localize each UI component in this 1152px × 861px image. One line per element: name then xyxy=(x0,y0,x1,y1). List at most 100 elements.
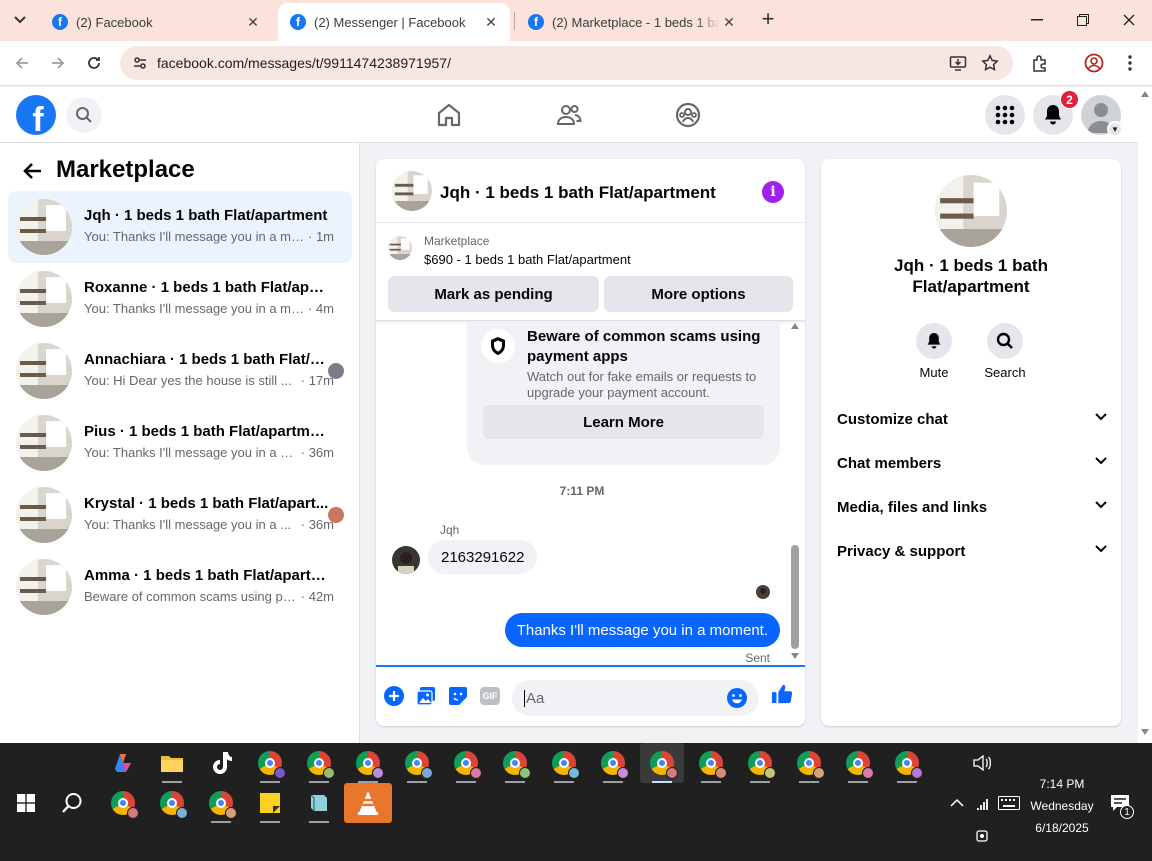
conversation-item[interactable]: Amma · 1 beds 1 bath Flat/apartm... Bewa… xyxy=(8,551,352,623)
vlc-player-icon[interactable] xyxy=(344,783,392,823)
conversation-name-heading: Jqh · 1 beds 1 bath Flat/apartment xyxy=(894,256,1048,296)
chrome-profile-icon[interactable] xyxy=(297,743,341,783)
bookmark-star-icon[interactable] xyxy=(981,54,999,77)
chrome-profile-icon[interactable] xyxy=(787,743,831,783)
customize-chat-section[interactable]: Customize chat xyxy=(837,411,1107,435)
back-button[interactable] xyxy=(10,51,34,75)
chrome-profile-icon[interactable] xyxy=(738,743,782,783)
chrome-profile-h-icon[interactable] xyxy=(248,743,292,783)
reload-button[interactable] xyxy=(82,51,106,75)
chrome-profile-icon[interactable] xyxy=(836,743,880,783)
info-icon[interactable]: i xyxy=(762,181,784,203)
clock-day: Wednesday xyxy=(1030,799,1094,813)
learn-more-button[interactable]: Learn More xyxy=(483,405,764,439)
conversation-item[interactable]: Krystal · 1 beds 1 bath Flat/apart... Yo… xyxy=(8,479,352,551)
media-files-links-section[interactable]: Media, files and links xyxy=(837,499,1107,523)
chat-title[interactable]: Jqh · 1 beds 1 bath Flat/apartment xyxy=(440,183,716,203)
minimize-window-button[interactable] xyxy=(1022,6,1052,34)
scroll-down-arrow-icon[interactable] xyxy=(791,653,799,659)
chrome-profile-icon[interactable] xyxy=(444,743,488,783)
close-tab-icon[interactable]: ✕ xyxy=(720,14,738,31)
chrome-profile-icon[interactable] xyxy=(150,783,194,823)
tiktok-app-icon[interactable] xyxy=(199,743,243,783)
sticky-notes-icon[interactable] xyxy=(248,783,292,823)
volume-icon[interactable] xyxy=(960,743,1004,783)
tab-marketplace[interactable]: f (2) Marketplace - 1 beds 1 bath ✕ xyxy=(516,3,748,41)
forward-button[interactable] xyxy=(46,51,70,75)
restore-window-button[interactable] xyxy=(1068,6,1098,34)
system-clock[interactable]: 7:14 PM Wednesday 6/18/2025 xyxy=(1012,773,1112,839)
chrome-profile-icon[interactable] xyxy=(199,783,243,823)
taskbar-search-icon[interactable] xyxy=(50,783,94,823)
home-icon[interactable] xyxy=(435,101,463,129)
app-book-icon[interactable] xyxy=(297,783,341,823)
file-explorer-icon[interactable] xyxy=(150,743,194,783)
page-scrollbar[interactable] xyxy=(1138,87,1152,743)
menu-grid-button[interactable] xyxy=(985,95,1025,135)
notification-center-icon[interactable]: 1 xyxy=(1100,783,1140,823)
incoming-message-bubble[interactable]: 2163291622 xyxy=(428,540,538,574)
conversation-item[interactable]: Roxanne · 1 beds 1 bath Flat/apart... Yo… xyxy=(8,263,352,335)
message-input[interactable]: Aa xyxy=(512,680,759,716)
site-info-icon[interactable] xyxy=(132,55,148,76)
chrome-profile-icon[interactable] xyxy=(346,743,390,783)
more-options-button[interactable]: More options xyxy=(604,276,793,312)
sender-name: Jqh xyxy=(440,523,460,537)
chrome-profile-icon[interactable] xyxy=(101,783,145,823)
privacy-support-section[interactable]: Privacy & support xyxy=(837,543,1107,567)
friends-icon[interactable] xyxy=(555,101,583,129)
chrome-profile-active-icon[interactable] xyxy=(640,743,684,783)
chrome-profile-icon[interactable] xyxy=(395,743,439,783)
windows-start-icon[interactable] xyxy=(4,783,48,823)
tab-facebook[interactable]: f (2) Facebook ✕ xyxy=(40,3,272,41)
conversation-profile-picture[interactable] xyxy=(935,175,1007,247)
task-view-icon[interactable] xyxy=(962,821,1002,851)
new-tab-button[interactable]: + xyxy=(756,8,780,32)
chat-listing-thumbnail[interactable] xyxy=(392,171,432,211)
conversation-item[interactable]: Jqh · 1 beds 1 bath Flat/apartment You: … xyxy=(8,191,352,263)
scrollbar-thumb[interactable] xyxy=(791,545,799,649)
search-in-conversation-button[interactable]: Search xyxy=(975,323,1035,380)
close-window-button[interactable] xyxy=(1114,6,1144,34)
mute-button[interactable]: Mute xyxy=(904,323,964,380)
conversation-item[interactable]: Annachiara · 1 beds 1 bath Flat/a... You… xyxy=(8,335,352,407)
scroll-up-arrow-icon[interactable] xyxy=(791,323,799,329)
address-bar[interactable]: facebook.com/messages/t/9911474238971957… xyxy=(120,46,1013,80)
sender-avatar[interactable] xyxy=(392,546,420,574)
chrome-profile-icon[interactable] xyxy=(689,743,733,783)
extensions-icon[interactable] xyxy=(1029,52,1051,74)
chat-members-section[interactable]: Chat members xyxy=(837,455,1107,479)
chrome-profile-icon[interactable] xyxy=(591,743,635,783)
sticker-icon[interactable] xyxy=(447,685,469,707)
listing-price-title[interactable]: $690 - 1 beds 1 bath Flat/apartment xyxy=(424,252,631,267)
account-dropdown-icon[interactable]: ▼ xyxy=(1107,121,1123,137)
conversation-item[interactable]: Pius · 1 beds 1 bath Flat/apartment You:… xyxy=(8,407,352,479)
tab-messenger[interactable]: f (2) Messenger | Facebook ✕ xyxy=(278,3,510,41)
close-tab-icon[interactable]: ✕ xyxy=(244,14,262,31)
message-scrollbar[interactable] xyxy=(789,323,801,663)
install-app-icon[interactable] xyxy=(949,54,967,77)
tab-search-dropdown-icon[interactable] xyxy=(8,8,32,32)
chrome-menu-icon[interactable] xyxy=(1119,52,1141,74)
facebook-search-button[interactable] xyxy=(66,97,102,133)
copilot-app-icon[interactable] xyxy=(101,743,145,783)
chrome-profile-icon[interactable] xyxy=(542,743,586,783)
scroll-up-arrow-icon[interactable] xyxy=(1141,91,1149,97)
tab-title: (2) Facebook xyxy=(76,14,153,30)
mark-as-pending-button[interactable]: Mark as pending xyxy=(388,276,599,312)
outgoing-message-bubble[interactable]: Thanks I'll message you in a moment. xyxy=(504,613,780,647)
more-actions-plus-icon[interactable] xyxy=(383,685,405,707)
chrome-profile-icon[interactable] xyxy=(885,743,929,783)
tab-title: (2) Messenger | Facebook xyxy=(314,14,466,30)
facebook-logo-icon[interactable]: f xyxy=(16,95,56,135)
gif-icon[interactable]: GIF xyxy=(479,685,501,707)
scroll-down-arrow-icon[interactable] xyxy=(1141,729,1149,735)
groups-icon[interactable] xyxy=(674,101,702,129)
attach-image-icon[interactable] xyxy=(415,685,437,707)
chrome-profile-icon[interactable] xyxy=(493,743,537,783)
thumbs-up-icon[interactable] xyxy=(771,683,793,705)
emoji-icon[interactable] xyxy=(726,687,748,714)
chrome-profile-icon[interactable] xyxy=(1083,52,1105,74)
close-tab-icon[interactable]: ✕ xyxy=(482,14,500,31)
back-arrow-icon[interactable] xyxy=(20,159,44,183)
